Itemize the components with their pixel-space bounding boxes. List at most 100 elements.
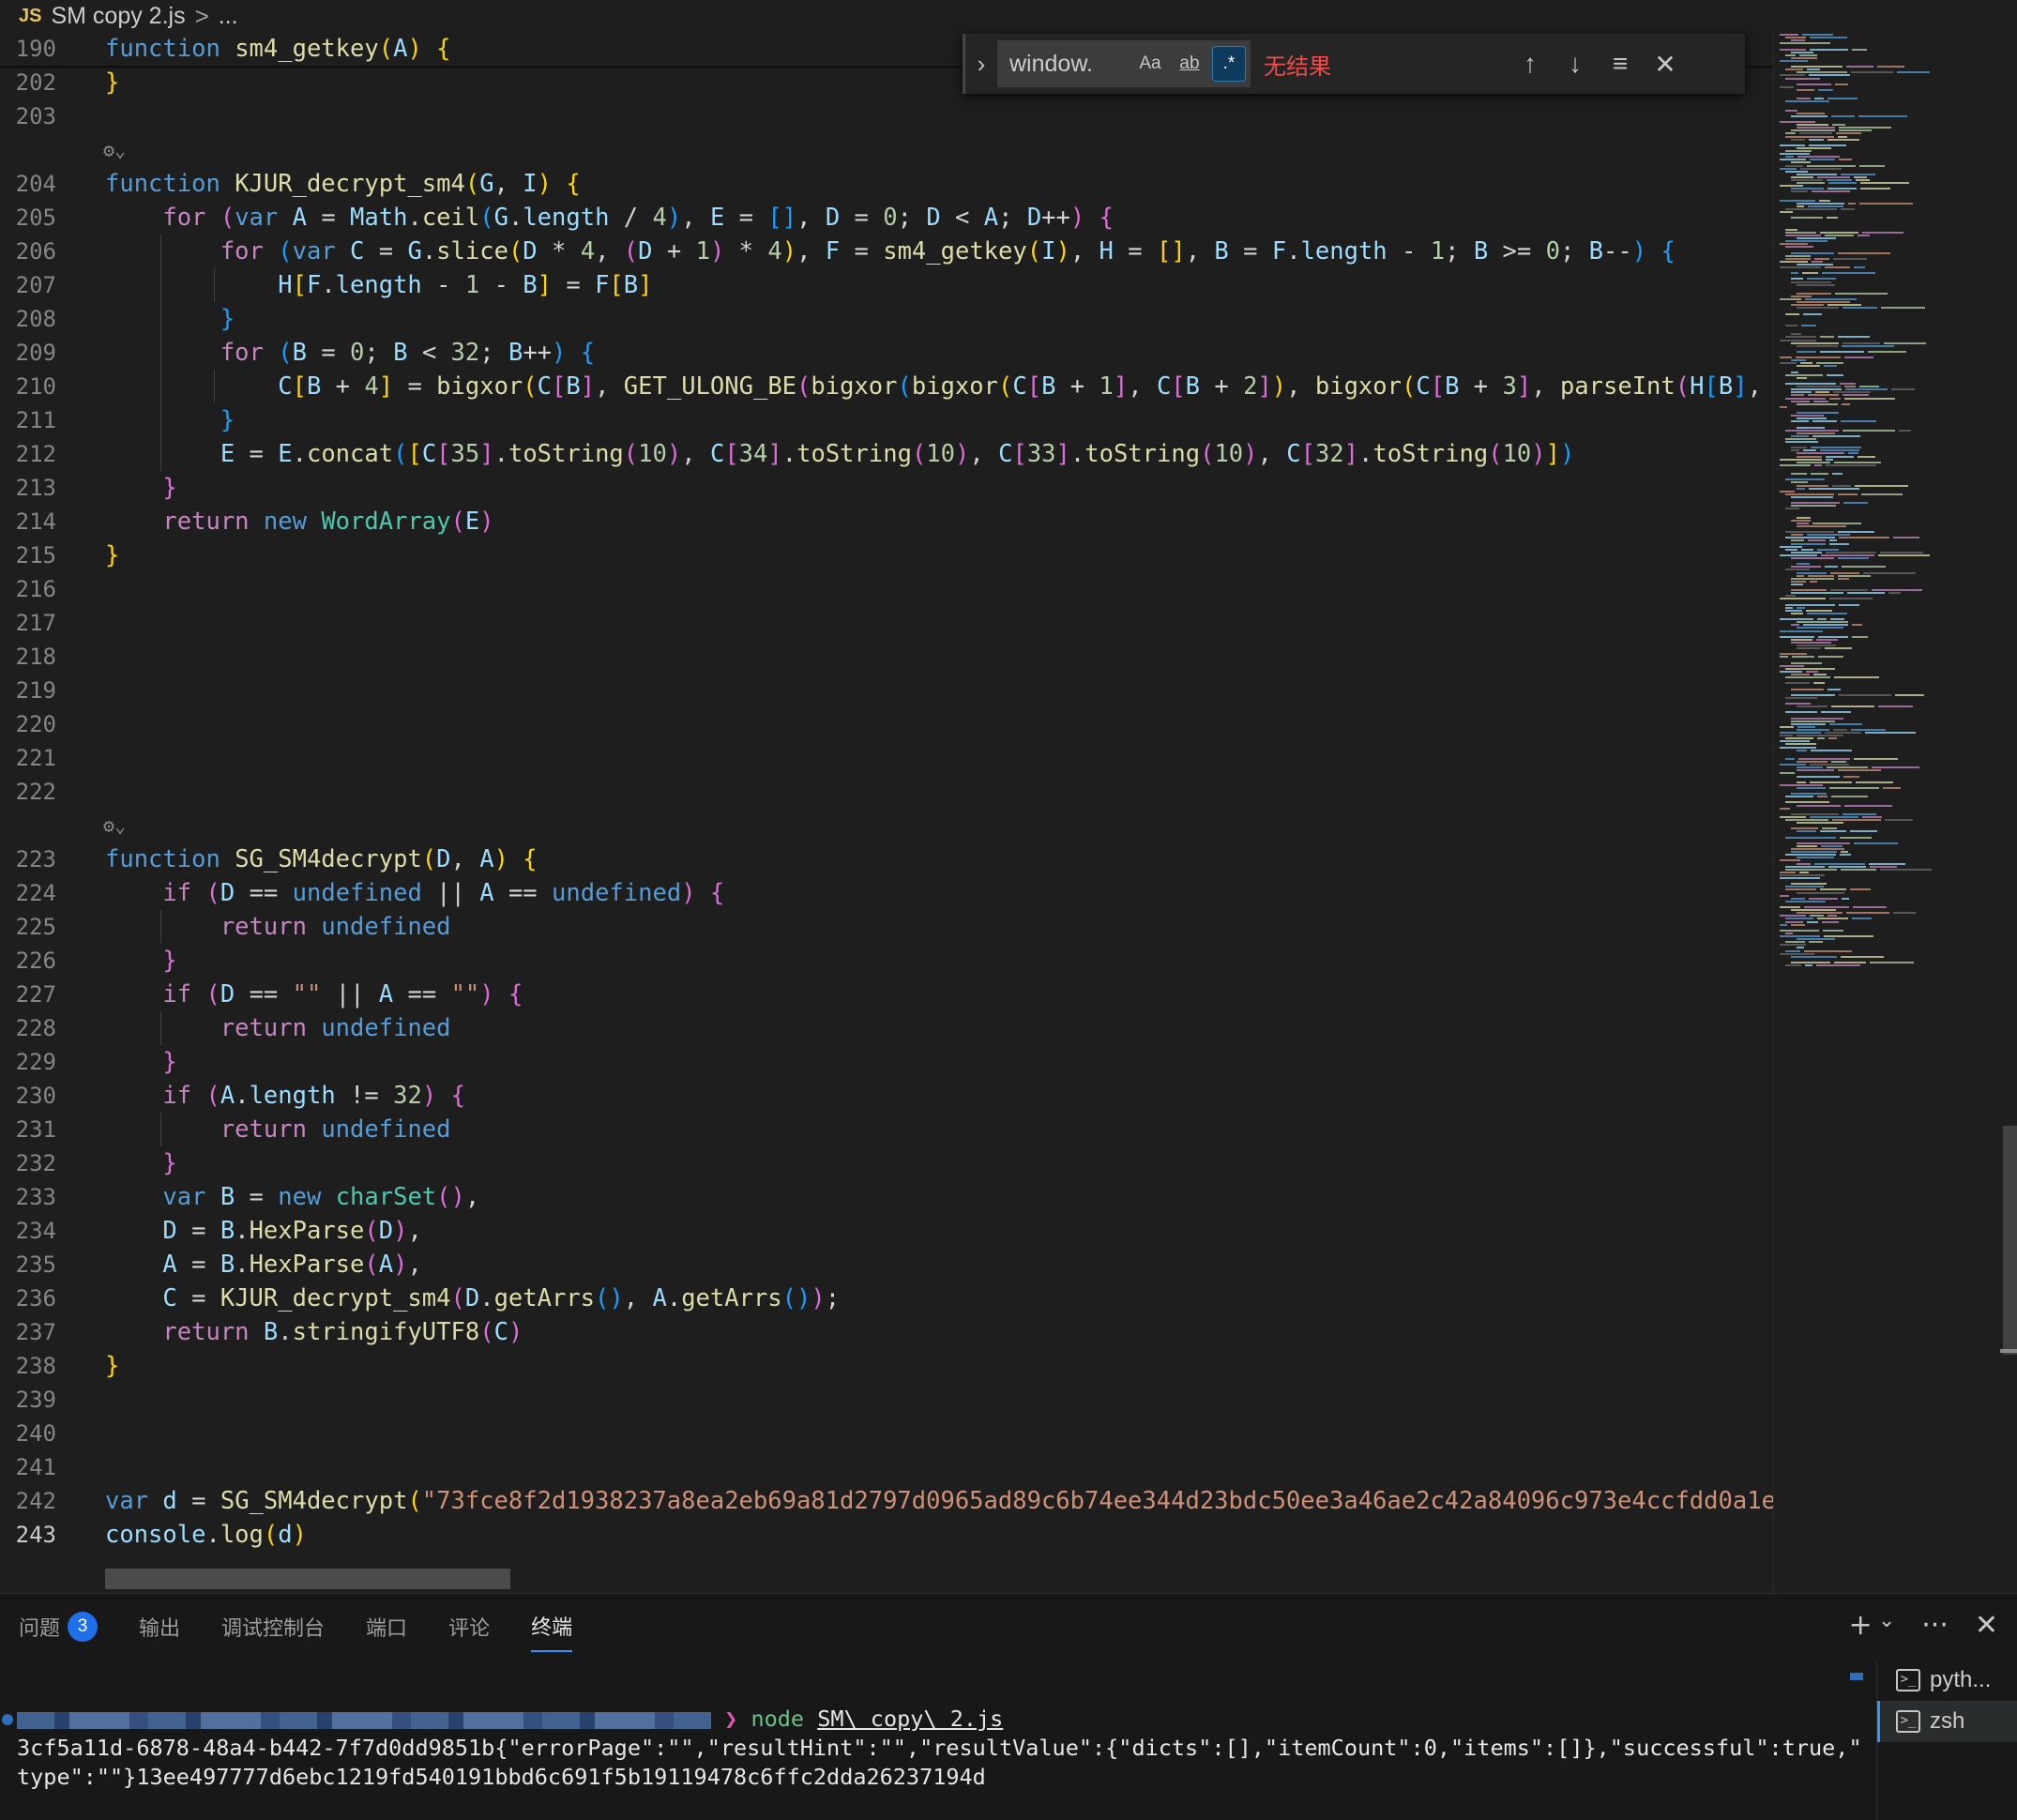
regex-button[interactable]: .* bbox=[1212, 46, 1246, 82]
minimap-line bbox=[1835, 83, 1848, 85]
minimap-line bbox=[1807, 920, 1818, 923]
more-actions-icon[interactable]: ··· bbox=[1921, 1609, 1949, 1642]
minimap-line bbox=[1808, 539, 1826, 542]
terminal-output[interactable]: ❯ node SM\ copy\ 2.js 3cf5a11d-6878-48a4… bbox=[17, 1705, 1862, 1792]
code-line[interactable]: 211 } bbox=[0, 403, 1773, 437]
minimap-line bbox=[1780, 74, 1805, 77]
minimap-line bbox=[1791, 341, 1839, 344]
code-line[interactable]: 216 bbox=[0, 572, 1773, 606]
code-line[interactable]: 220 bbox=[0, 707, 1773, 741]
code-line[interactable]: 213 } bbox=[0, 471, 1773, 505]
code-line[interactable]: 236 C = KJUR_decrypt_sm4(D.getArrs(), A.… bbox=[0, 1282, 1773, 1315]
code-line[interactable]: 241 bbox=[0, 1450, 1773, 1484]
minimap-line bbox=[1780, 877, 1820, 879]
minimap-line bbox=[1855, 484, 1908, 487]
minimap-line bbox=[1780, 871, 1796, 873]
codelens-fold-icon[interactable]: ⚙⌄ bbox=[103, 133, 150, 167]
find-input[interactable]: window. Aa ab .* bbox=[997, 40, 1251, 87]
minimap-line bbox=[1841, 955, 1884, 958]
code-line[interactable]: 205 for (var A = Math.ceil(G.length / 4)… bbox=[0, 201, 1773, 235]
code-line[interactable]: 224 if (D == undefined || A == undefined… bbox=[0, 876, 1773, 910]
code-line[interactable]: 207 H[F.length - 1 - B] = F[B] bbox=[0, 268, 1773, 302]
minimap-line bbox=[1820, 830, 1846, 833]
minimap-line bbox=[1797, 781, 1806, 783]
vertical-scrollbar[interactable] bbox=[2003, 1126, 2017, 1355]
match-case-button[interactable]: Aa bbox=[1133, 46, 1167, 82]
breadcrumb-symbol[interactable]: ... bbox=[219, 3, 238, 30]
minimap-line bbox=[1797, 912, 1843, 915]
code-line[interactable]: 208 } bbox=[0, 302, 1773, 336]
tab-debug-console[interactable]: 调试控制台 bbox=[221, 1611, 325, 1652]
code-editor[interactable]: 190 function sm4_getkey(A) {202} 203 ⚙⌄ 204 f… bbox=[0, 32, 1773, 1593]
find-in-selection-icon[interactable]: ≡ bbox=[1598, 49, 1643, 79]
breadcrumb-file[interactable]: SM copy 2.js bbox=[51, 3, 185, 30]
code-line[interactable]: 232 } bbox=[0, 1146, 1773, 1180]
minimap-line bbox=[1858, 114, 1907, 117]
tab-comments[interactable]: 评论 bbox=[448, 1611, 490, 1652]
minimap[interactable] bbox=[1773, 32, 2003, 1593]
arrow-up-icon[interactable]: ↑ bbox=[1508, 49, 1553, 79]
horizontal-scrollbar[interactable] bbox=[105, 1569, 510, 1589]
new-terminal-plus-icon[interactable]: + bbox=[1849, 1609, 1873, 1642]
tab-problems[interactable]: 问题 3 bbox=[19, 1611, 99, 1652]
code-line[interactable]: 214 return new WordArray(E) bbox=[0, 505, 1773, 538]
code-text: D = B.HexParse(D), bbox=[162, 1217, 422, 1245]
code-line[interactable]: 238} bbox=[0, 1349, 1773, 1383]
tab-ports[interactable]: 端口 bbox=[366, 1611, 407, 1652]
code-line[interactable]: 203 bbox=[0, 99, 1773, 133]
codelens-fold-icon[interactable]: ⚙⌄ bbox=[103, 809, 150, 842]
code-line[interactable]: 226 } bbox=[0, 944, 1773, 978]
minimap-line bbox=[1838, 574, 1871, 577]
terminal-item-zsh[interactable]: >_ zsh bbox=[1877, 1701, 2017, 1742]
minimap-line bbox=[1802, 272, 1818, 275]
code-line[interactable]: 210 C[B + 4] = bigxor(C[B], GET_ULONG_BE… bbox=[0, 370, 1773, 403]
arrow-down-icon[interactable]: ↓ bbox=[1553, 49, 1598, 79]
tab-terminal[interactable]: 终端 bbox=[531, 1611, 573, 1652]
code-line[interactable]: 229 } bbox=[0, 1045, 1773, 1079]
minimap-line bbox=[1797, 156, 1840, 159]
code-line[interactable]: 217 bbox=[0, 606, 1773, 640]
code-line[interactable]: 243 console.log(d) bbox=[0, 1518, 1773, 1552]
minimap-line bbox=[1831, 705, 1874, 708]
code-line[interactable]: 242 var d = SG_SM4decrypt("73fce8f2d19382… bbox=[0, 1484, 1773, 1518]
code-line[interactable]: 233 var B = new charSet(), bbox=[0, 1180, 1773, 1214]
code-line[interactable]: 234 D = B.HexParse(D), bbox=[0, 1214, 1773, 1248]
code-line[interactable]: 231 return undefined bbox=[0, 1113, 1773, 1146]
minimap-line bbox=[1812, 420, 1837, 423]
minimap-line bbox=[1797, 292, 1831, 295]
terminal-item-python[interactable]: >_ pyth... bbox=[1877, 1660, 2017, 1701]
code-line[interactable]: 237 return B.stringifyUTF8(C) bbox=[0, 1315, 1773, 1349]
minimap-line bbox=[1791, 391, 1812, 394]
code-line[interactable]: 204 function KJUR_decrypt_sm4(G, I) { bbox=[0, 167, 1773, 201]
whole-word-button[interactable]: ab bbox=[1173, 46, 1206, 82]
minimap-line bbox=[1836, 132, 1861, 135]
minimap-line bbox=[1797, 386, 1841, 388]
code-line[interactable]: 212 E = E.concat([C[35].toString(10), C[… bbox=[0, 437, 1773, 471]
code-line[interactable]: 206 for (var C = G.slice(D * 4, (D + 1) … bbox=[0, 235, 1773, 268]
toggle-replace-chevron-icon[interactable]: › bbox=[965, 50, 997, 79]
tab-output[interactable]: 输出 bbox=[139, 1611, 180, 1652]
code-line[interactable]: 223 function SG_SM4decrypt(D, A) { bbox=[0, 842, 1773, 876]
code-line[interactable]: 219 bbox=[0, 674, 1773, 707]
code-line[interactable]: 230 if (A.length != 32) { bbox=[0, 1079, 1773, 1113]
terminal-command-arg: SM\ copy\ 2.js bbox=[817, 1706, 1004, 1732]
code-line[interactable]: 240 bbox=[0, 1417, 1773, 1450]
minimap-line bbox=[1797, 621, 1848, 624]
minimap-line bbox=[1853, 906, 1887, 908]
code-line[interactable]: 228 return undefined bbox=[0, 1011, 1773, 1045]
minimap-line bbox=[1797, 857, 1834, 859]
chevron-down-icon[interactable]: ⌄ bbox=[1878, 1609, 1895, 1642]
minimap-line bbox=[1872, 589, 1922, 592]
command-decoration-icon[interactable] bbox=[2, 1714, 13, 1725]
close-icon[interactable]: ✕ bbox=[1643, 49, 1688, 80]
code-line[interactable]: 209 for (B = 0; B < 32; B++) { bbox=[0, 336, 1773, 370]
code-line[interactable]: 227 if (D == "" || A == "") { bbox=[0, 978, 1773, 1011]
code-line[interactable]: 221 bbox=[0, 741, 1773, 775]
code-line[interactable]: 218 bbox=[0, 640, 1773, 674]
code-line[interactable]: 225 return undefined bbox=[0, 910, 1773, 944]
code-line[interactable]: 239 bbox=[0, 1383, 1773, 1417]
close-panel-icon[interactable]: ✕ bbox=[1975, 1609, 1998, 1642]
code-line[interactable]: 235 A = B.HexParse(A), bbox=[0, 1248, 1773, 1282]
code-line[interactable]: 222 bbox=[0, 775, 1773, 809]
code-line[interactable]: 215} bbox=[0, 538, 1773, 572]
